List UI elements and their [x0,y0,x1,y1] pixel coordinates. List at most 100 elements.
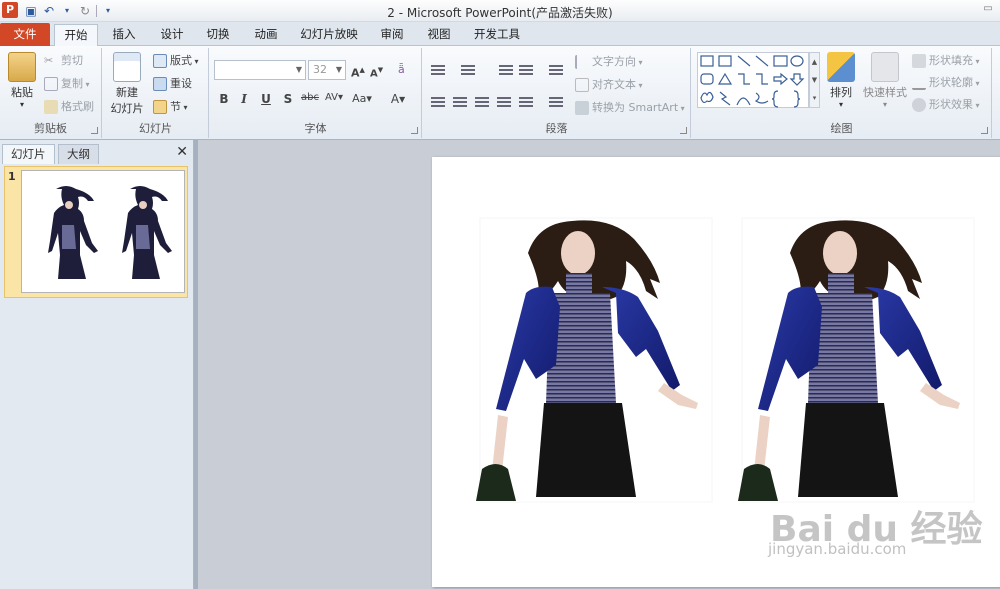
left-brace-shape-icon[interactable] [771,90,779,108]
line-spacing-icon[interactable] [547,62,565,76]
rounded-rectangle-shape-icon[interactable] [700,73,714,85]
baidu-jingyan-watermark: Bai du 经验 jingyan.baidu.com [760,480,990,570]
dialog-launcher-icon[interactable] [91,127,98,134]
tab-view[interactable]: 视图 [419,24,459,46]
italic-icon[interactable]: I [234,92,254,106]
oval-shape-icon[interactable] [790,55,804,67]
window-title: 2 - Microsoft PowerPoint(产品激活失败) [387,6,613,20]
shape-effects-button[interactable]: 形状效果 ▾ [912,96,980,114]
layout-button[interactable]: 版式 ▾ [153,52,199,70]
curve-shape-icon[interactable] [754,92,769,104]
section-label: 节 [170,100,181,113]
elbow-connector-shape-icon[interactable] [738,73,750,85]
photo-woman-blue-jacket-1[interactable] [476,217,713,503]
tab-insert[interactable]: 插入 [104,24,144,46]
window-control-icon[interactable]: ▭ [980,3,996,17]
numbering-icon[interactable] [459,62,477,76]
shrink-font-icon[interactable]: A▼ [370,61,383,79]
copy-icon [44,77,58,91]
freeform-shape-icon[interactable] [700,91,714,104]
smartart-button[interactable]: 转换为 SmartArt ▾ [575,99,685,117]
slide-thumbnail-selected[interactable]: 1 [4,166,188,298]
tab-home[interactable]: 开始 [54,24,98,47]
align-text-icon [575,78,589,92]
tab-animations[interactable]: 动画 [246,24,286,46]
reset-icon [153,77,167,91]
section-button[interactable]: 节 ▾ [153,98,188,116]
right-arrow-shape-icon[interactable] [773,72,788,86]
align-text-button[interactable]: 对齐文本 ▾ [575,76,643,94]
arc-shape-icon[interactable] [736,97,751,106]
bold-icon[interactable]: B [214,92,234,106]
dialog-launcher-icon[interactable] [680,127,687,134]
bullets-icon[interactable] [429,62,447,76]
tab-developer[interactable]: 开发工具 [468,24,526,46]
arrange-button[interactable]: 排列 ▾ [824,52,858,109]
font-color-icon[interactable]: A▾ [388,92,408,106]
increase-indent-icon[interactable] [517,62,535,76]
underline-icon[interactable]: U [256,92,276,106]
text-direction-button[interactable]: 文字方向 ▾ [575,53,643,71]
tab-transitions[interactable]: 切换 [198,24,238,46]
clear-formatting-icon[interactable]: ǟ [398,61,405,79]
strikethrough-icon[interactable]: abc [300,92,320,103]
layout-label: 版式 [170,54,192,67]
tab-design[interactable]: 设计 [152,24,192,46]
font-name-combo[interactable]: ▼ [214,60,306,80]
triangle-shape-icon[interactable] [717,72,733,85]
gallery-up-arrow-icon[interactable]: ▲ [810,53,819,71]
layout-icon [153,54,167,68]
vertical-text-box-shape-icon[interactable] [718,55,732,67]
justify-icon[interactable] [495,94,513,108]
gallery-down-arrow-icon[interactable]: ▼ [810,71,819,89]
distributed-icon[interactable] [517,94,535,108]
copy-button[interactable]: 复制 ▾ [44,75,90,93]
close-icon[interactable]: ✕ [176,144,188,160]
decrease-indent-icon[interactable] [497,62,515,76]
tab-slides-panel[interactable]: 幻灯片 [2,144,55,164]
down-arrow-shape-icon[interactable] [789,73,805,86]
slides-group-label: 幻灯片 [139,122,172,135]
quick-styles-button[interactable]: 快速样式 ▾ [862,52,908,109]
tab-file[interactable]: 文件 [0,23,50,46]
paste-button[interactable]: 粘贴 ▾ [4,52,40,109]
gallery-more-icon[interactable]: ▾ [810,89,819,107]
dialog-launcher-icon[interactable] [411,127,418,134]
lightning-shape-icon[interactable] [719,91,731,106]
cut-button[interactable]: ✂ 剪切 [44,52,83,70]
photo-woman-blue-jacket-2[interactable] [738,217,975,503]
paragraph-group-label: 段落 [545,122,568,135]
line-shape-icon[interactable] [737,55,751,67]
smartart-label: 转换为 SmartArt [592,101,679,114]
gallery-scroll[interactable]: ▲ ▼ ▾ [809,52,820,108]
tab-review[interactable]: 审阅 [372,24,412,46]
columns-icon[interactable] [547,94,565,108]
slide-thumbnail[interactable] [21,170,185,293]
shape-outline-button[interactable]: 形状轮廓 ▾ [912,74,980,92]
elbow-arrow-connector-shape-icon[interactable] [756,73,768,85]
dialog-launcher-icon[interactable] [981,127,988,134]
tab-outline-panel[interactable]: 大纲 [58,144,99,164]
tab-slideshow[interactable]: 幻灯片放映 [295,24,363,46]
arrow-line-shape-icon[interactable] [755,55,769,67]
new-slide-label-2: 幻灯片 [110,102,144,115]
format-painter-button[interactable]: 格式刷 [44,98,94,116]
change-case-icon[interactable]: Aa▾ [352,92,372,105]
rectangle-shape-icon[interactable] [773,55,788,67]
right-brace-shape-icon[interactable] [793,90,801,108]
shape-fill-button[interactable]: 形状填充 ▾ [912,52,980,70]
arrange-icon [827,52,855,82]
text-box-shape-icon[interactable] [700,55,714,67]
align-left-icon[interactable] [429,94,447,108]
new-slide-icon [113,52,141,82]
shadow-icon[interactable]: S [278,92,298,106]
new-slide-button[interactable]: 新建 幻灯片 [105,52,149,116]
font-size-combo[interactable]: 32 ▼ [308,60,346,80]
quick-styles-label: 快速样式 [863,86,907,99]
reset-button[interactable]: 重设 [153,75,192,93]
character-spacing-icon[interactable]: AV▾ [324,92,344,103]
grow-font-icon[interactable]: A▲ [351,61,365,80]
align-right-icon[interactable] [473,94,491,108]
font-size-value: 32 [313,63,327,76]
align-center-icon[interactable] [451,94,469,108]
